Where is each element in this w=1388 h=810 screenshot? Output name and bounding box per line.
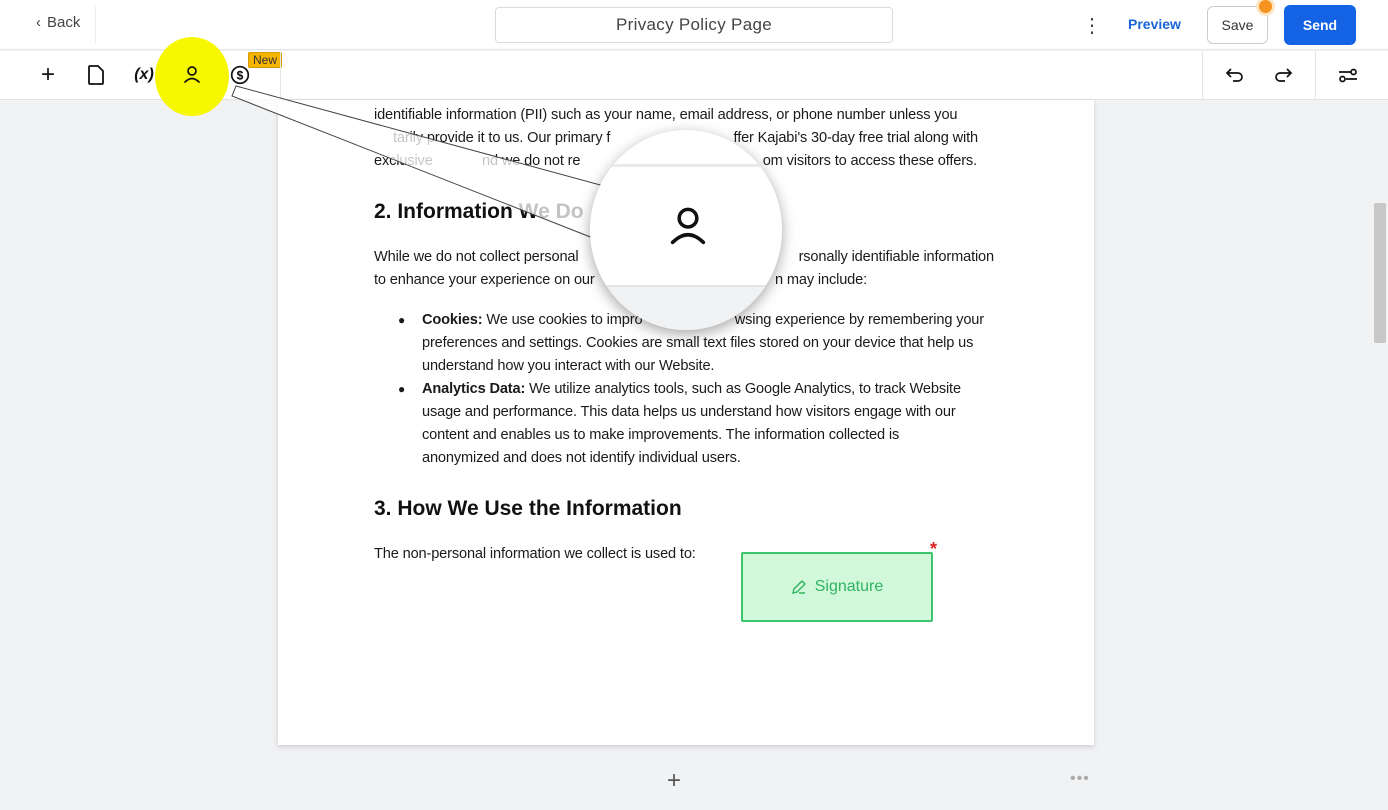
page-more-icon[interactable]: ••• bbox=[1070, 770, 1090, 788]
add-page-icon[interactable]: + bbox=[664, 766, 684, 796]
magnifier bbox=[590, 130, 782, 330]
magnifier-callout bbox=[231, 85, 605, 241]
scrollbar-thumb[interactable] bbox=[1374, 203, 1386, 343]
person-icon bbox=[670, 207, 706, 245]
